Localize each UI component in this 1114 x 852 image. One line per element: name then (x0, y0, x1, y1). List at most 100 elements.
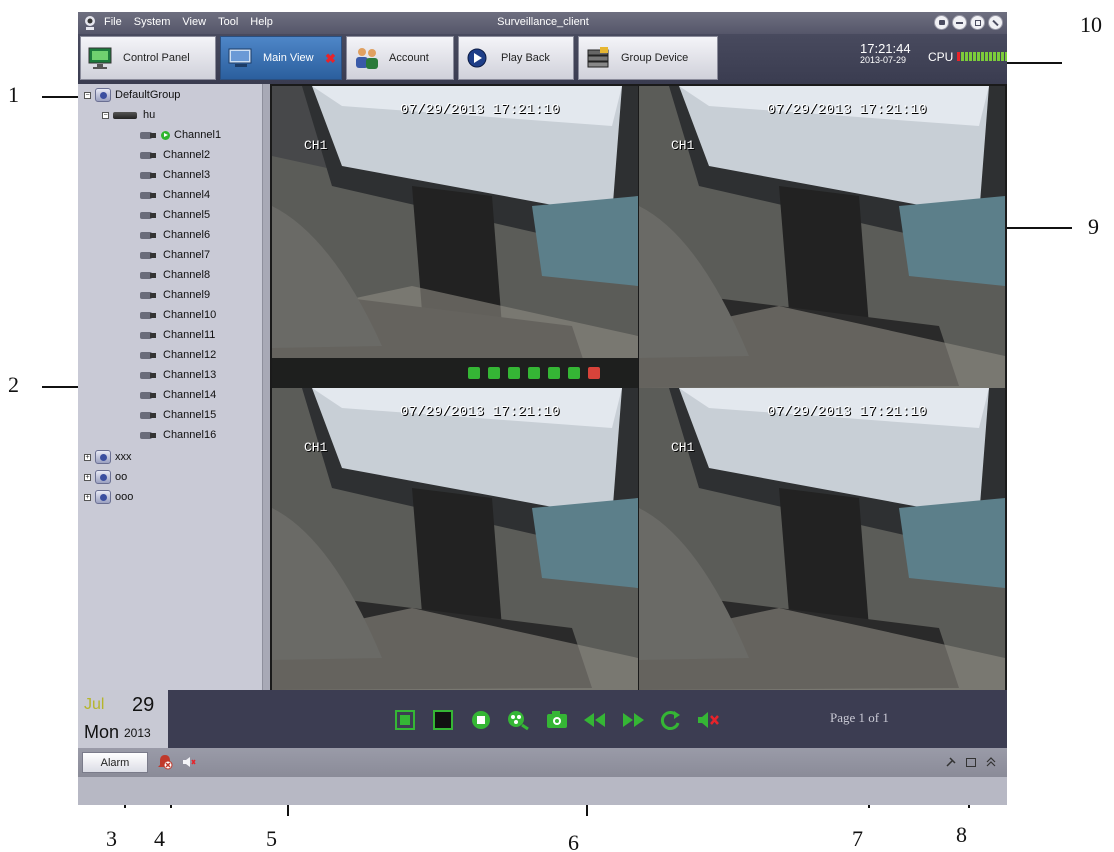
tree-node-channel[interactable]: Channel14 (140, 386, 216, 404)
device-group-icon (587, 47, 609, 68)
video-pane-2[interactable]: 07/29/2013 17:21:10 CH1 (639, 86, 1005, 388)
refresh-icon[interactable] (654, 707, 688, 733)
calendar-month: Jul (84, 696, 105, 713)
expand-icon[interactable]: + (84, 453, 91, 461)
expand-icon[interactable]: + (84, 473, 91, 481)
tree-label: Channel13 (163, 369, 217, 381)
tree-node-channel[interactable]: Channel10 (140, 306, 216, 324)
group-icon (95, 88, 111, 102)
tree-node-channel[interactable]: Channel16 (140, 426, 216, 444)
lock-icon[interactable] (934, 15, 949, 30)
tab-play-back[interactable]: Play Back (458, 36, 574, 80)
tab-bar: Control Panel Main View ✖ Account Play B… (78, 34, 1007, 84)
pin-icon[interactable] (945, 756, 957, 768)
mute-icon[interactable] (588, 367, 600, 379)
collapse-icon[interactable]: − (102, 111, 109, 119)
tree-label: ooo (115, 491, 134, 503)
tree-label: xxx (115, 451, 132, 463)
tree-label: Channel15 (163, 409, 217, 421)
tree-node-channel[interactable]: Channel7 (140, 246, 210, 264)
tab-label: Group Device (621, 52, 689, 64)
expand-icon[interactable]: + (84, 493, 91, 501)
menu-help[interactable]: Help (250, 16, 273, 28)
alarm-sound-icon[interactable] (182, 756, 196, 768)
close-tab-icon[interactable]: ✖ (325, 51, 336, 67)
tree-node-channel[interactable]: Channel6 (140, 226, 210, 244)
video-pane-3[interactable]: 07/29/2013 17:21:10 CH1 (272, 388, 638, 690)
menu-file[interactable]: File (104, 16, 122, 28)
control-bar: Jul 29 Mon 2013 Page 1 of 1 (78, 690, 1007, 748)
cpu-meter (957, 52, 1007, 61)
tree-label: Channel8 (163, 269, 211, 281)
tab-main-view[interactable]: Main View ✖ (220, 36, 342, 80)
alarm-icon[interactable] (156, 753, 174, 771)
window-icon[interactable] (965, 756, 977, 768)
alarm-button[interactable]: Alarm (82, 752, 148, 773)
stop-icon[interactable] (464, 707, 498, 733)
tree-node-channel[interactable]: Channel11 (140, 326, 215, 344)
tree-node-defaultgroup[interactable]: − DefaultGroup (84, 86, 180, 104)
tree-node-group[interactable]: + oo (84, 468, 127, 486)
menu-tool[interactable]: Tool (218, 16, 238, 28)
zoom-icon[interactable] (548, 367, 560, 379)
menu-view[interactable]: View (182, 16, 206, 28)
camera-icon (140, 430, 157, 441)
fast-forward-icon[interactable] (616, 707, 650, 733)
tree-node-channel[interactable]: Channel1 (140, 126, 221, 144)
record-icon[interactable] (502, 707, 536, 733)
display-icon (228, 48, 252, 67)
tree-node-channel[interactable]: Channel2 (140, 146, 210, 164)
mute-icon[interactable] (692, 707, 726, 733)
single-view-icon[interactable] (426, 707, 460, 733)
tab-label: Main View (263, 52, 314, 64)
tree-node-hu[interactable]: − hu (102, 106, 155, 124)
status-bar: Alarm (78, 748, 1007, 777)
device-tree: − DefaultGroup − hu Channel1 Channel2 Chan… (78, 84, 262, 690)
video-pane-1[interactable]: 07/29/2013 17:21:10 CH1 (272, 86, 638, 388)
maximize-icon[interactable] (970, 15, 985, 30)
fullscreen-icon[interactable] (388, 707, 422, 733)
users-icon (356, 48, 378, 69)
expand-up-icon[interactable] (985, 756, 997, 768)
tree-node-channel[interactable]: Channel3 (140, 166, 210, 184)
collapse-icon[interactable]: − (84, 91, 91, 99)
window-title: Surveillance_client (497, 16, 589, 28)
tree-node-group[interactable]: + ooo (84, 488, 133, 506)
snapshot-icon[interactable] (540, 707, 574, 733)
tab-account[interactable]: Account (346, 36, 454, 80)
surveillance-client-window: File System View Tool Help Surveillance_… (78, 12, 1007, 805)
tab-control-panel[interactable]: Control Panel (80, 36, 216, 80)
camera-icon (140, 370, 157, 381)
talk-icon[interactable] (508, 367, 520, 379)
tab-label: Control Panel (123, 52, 190, 64)
snapshot-icon[interactable] (468, 367, 480, 379)
annotation-8: 8 (956, 822, 967, 847)
rewind-icon[interactable] (578, 707, 612, 733)
camera-icon (140, 270, 157, 281)
tree-node-channel[interactable]: Channel5 (140, 206, 210, 224)
live-play-icon (161, 130, 170, 140)
osd-timestamp: 07/29/2013 17:21:10 (767, 404, 927, 420)
stop-icon[interactable] (528, 367, 540, 379)
tree-node-channel[interactable]: Channel13 (140, 366, 216, 384)
annotation-9: 9 (1088, 214, 1099, 239)
menu-system[interactable]: System (134, 16, 171, 28)
tree-node-channel[interactable]: Channel8 (140, 266, 210, 284)
annotation-3: 3 (106, 826, 117, 851)
monitor-icon (88, 47, 112, 69)
tree-node-channel[interactable]: Channel9 (140, 286, 210, 304)
video-pane-4[interactable]: 07/29/2013 17:21:10 CH1 (639, 388, 1005, 690)
tree-node-channel[interactable]: Channel12 (140, 346, 216, 364)
tree-node-channel[interactable]: Channel4 (140, 186, 210, 204)
panel-splitter[interactable] (262, 84, 270, 690)
cpu-label: CPU (928, 50, 954, 64)
minimize-icon[interactable] (952, 15, 967, 30)
tab-group-device[interactable]: Group Device (578, 36, 718, 80)
tree-node-group[interactable]: + xxx (84, 448, 132, 466)
tree-node-channel[interactable]: Channel15 (140, 406, 216, 424)
close-icon[interactable] (988, 15, 1003, 30)
osd-timestamp: 07/29/2013 17:21:10 (400, 404, 560, 420)
tree-label: Channel5 (163, 209, 211, 221)
record-icon[interactable] (488, 367, 500, 379)
ptz-icon[interactable] (568, 367, 580, 379)
